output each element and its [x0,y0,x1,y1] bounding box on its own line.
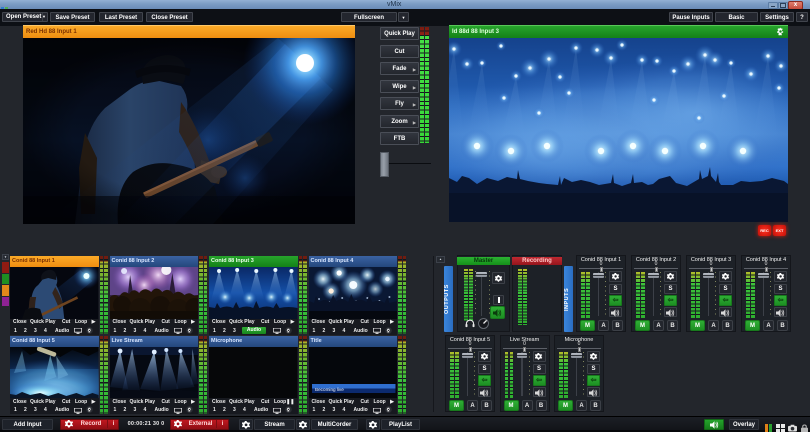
svg-text:Becoming live: Becoming live [315,387,344,392]
